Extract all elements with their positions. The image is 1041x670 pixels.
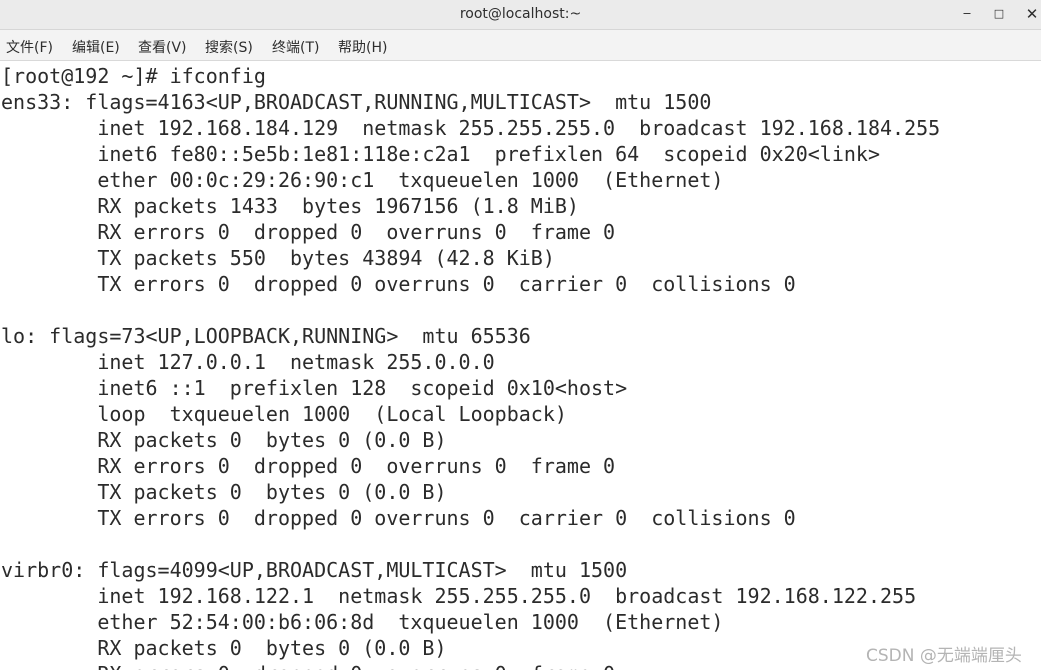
maximize-icon[interactable]: □: [989, 4, 1009, 24]
terminal-line: ether 00:0c:29:26:90:c1 txqueuelen 1000 …: [1, 168, 724, 192]
menu-bar: 文件(F) 编辑(E) 查看(V) 搜索(S) 终端(T) 帮助(H): [0, 30, 1041, 61]
terminal-output[interactable]: [root@192 ~]# ifconfig ens33: flags=4163<…: [0, 61, 1041, 670]
menu-edit[interactable]: 编辑(E): [72, 37, 120, 57]
terminal-line: ether 52:54:00:b6:06:8d txqueuelen 1000 …: [1, 610, 724, 634]
terminal-line: inet 127.0.0.1 netmask 255.0.0.0: [1, 350, 495, 374]
terminal-line: [root@192 ~]# ifconfig: [1, 64, 266, 88]
window-title: root@localhost:~: [459, 6, 582, 22]
terminal-line: TX errors 0 dropped 0 overruns 0 carrier…: [1, 506, 796, 530]
menu-terminal[interactable]: 终端(T): [272, 37, 319, 57]
terminal-lines: [root@192 ~]# ifconfig ens33: flags=4163<…: [1, 63, 940, 670]
watermark: CSDN @无端端厘头: [866, 646, 1022, 666]
terminal-line: TX packets 550 bytes 43894 (42.8 KiB): [1, 246, 555, 270]
terminal-line: RX errors 0 dropped 0 overruns 0 frame 0: [1, 220, 616, 244]
menu-search[interactable]: 搜索(S): [205, 37, 253, 57]
terminal-line: RX errors 0 dropped 0 overruns 0 frame 0: [1, 454, 616, 478]
menu-view[interactable]: 查看(V): [138, 37, 187, 57]
terminal-line: lo: flags=73<UP,LOOPBACK,RUNNING> mtu 65…: [1, 324, 531, 348]
terminal-line: RX errors 0 dropped 0 overruns 0 frame 0: [1, 661, 940, 670]
terminal-line: loop txqueuelen 1000 (Local Loopback): [1, 402, 567, 426]
terminal-line: RX packets 0 bytes 0 (0.0 B): [1, 428, 447, 452]
terminal-line: inet 192.168.184.129 netmask 255.255.255…: [1, 116, 941, 140]
terminal-line: TX packets 0 bytes 0 (0.0 B): [1, 480, 447, 504]
menu-help[interactable]: 帮助(H): [338, 37, 387, 57]
minimize-icon[interactable]: ‒: [957, 4, 977, 24]
terminal-line: RX packets 1433 bytes 1967156 (1.8 MiB): [1, 194, 579, 218]
terminal-line: TX errors 0 dropped 0 overruns 0 carrier…: [1, 272, 796, 296]
close-icon[interactable]: ✕: [1022, 4, 1041, 24]
title-bar[interactable]: root@localhost:~ ‒ □ ✕: [0, 0, 1041, 30]
terminal-line: inet6 fe80::5e5b:1e81:118e:c2a1 prefixle…: [1, 142, 880, 166]
terminal-line: inet6 ::1 prefixlen 128 scopeid 0x10<hos…: [1, 376, 628, 400]
menu-file[interactable]: 文件(F): [6, 37, 53, 57]
terminal-line: virbr0: flags=4099<UP,BROADCAST,MULTICAS…: [1, 558, 628, 582]
terminal-line: RX packets 0 bytes 0 (0.0 B): [1, 636, 447, 660]
terminal-line: inet 192.168.122.1 netmask 255.255.255.0…: [1, 584, 917, 608]
terminal-line: ens33: flags=4163<UP,BROADCAST,RUNNING,M…: [1, 90, 712, 114]
